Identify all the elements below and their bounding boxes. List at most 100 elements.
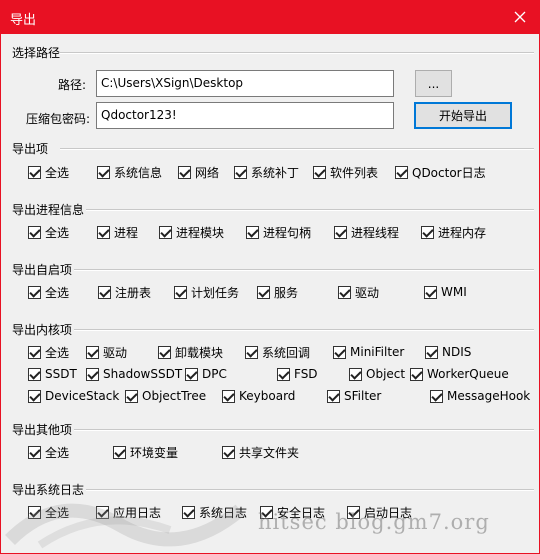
checkbox-check-icon [125, 389, 138, 403]
checkbox-process-select-all[interactable]: 全选 [28, 223, 69, 241]
checkbox-select-all[interactable]: 全选 [28, 163, 69, 181]
checkbox-check-icon [421, 225, 434, 239]
checkbox-qdoctor-log[interactable]: QDoctor日志 [395, 163, 486, 181]
checkbox-check-icon [174, 285, 187, 299]
checkbox-wmi[interactable]: WMI [424, 283, 467, 301]
title-bar: 导出 [0, 0, 540, 34]
checkbox-check-icon [222, 445, 235, 459]
checkbox-minifilter[interactable]: MiniFilter [333, 343, 404, 361]
checkbox-process[interactable]: 进程 [97, 223, 138, 241]
checkbox-workerqueue[interactable]: WorkerQueue [410, 365, 509, 383]
checkbox-services[interactable]: 服务 [257, 283, 298, 301]
checkbox-dpc[interactable]: DPC [185, 365, 227, 383]
checkbox-fsd[interactable]: FSD [277, 365, 318, 383]
checkbox-process-handles[interactable]: 进程句柄 [246, 223, 311, 241]
divider [60, 52, 534, 54]
password-label: 压缩包密码: [26, 112, 91, 126]
checkbox-devicestack[interactable]: DeviceStack [28, 387, 119, 405]
checkbox-check-icon [28, 345, 41, 359]
checkbox-registry[interactable]: 注册表 [98, 283, 151, 301]
checkbox-drivers[interactable]: 驱动 [338, 283, 379, 301]
checkbox-objecttree[interactable]: ObjectTree [125, 387, 206, 405]
divider [60, 148, 534, 150]
divider [86, 489, 534, 491]
section-title-autostart: 导出自启项 [12, 263, 73, 277]
browse-button[interactable]: ... [415, 70, 452, 97]
checkbox-shadowssdt[interactable]: ShadowSSDT [86, 365, 182, 383]
checkbox-environment-variables[interactable]: 环境变量 [113, 443, 178, 461]
checkbox-software-list[interactable]: 软件列表 [313, 163, 378, 181]
checkbox-check-icon [246, 225, 259, 239]
close-button[interactable] [500, 0, 540, 34]
checkbox-check-icon [234, 165, 247, 179]
checkbox-check-icon [98, 285, 111, 299]
checkbox-check-icon [28, 225, 41, 239]
checkbox-sfilter[interactable]: SFilter [327, 387, 381, 405]
checkbox-process-memory[interactable]: 进程内存 [421, 223, 486, 241]
checkbox-process-modules[interactable]: 进程模块 [159, 223, 224, 241]
checkbox-object[interactable]: Object [349, 365, 405, 383]
checkbox-check-icon [185, 367, 198, 381]
checkbox-system-patch[interactable]: 系统补丁 [234, 163, 299, 181]
section-title-kernel: 导出内核项 [12, 323, 73, 337]
divider [74, 269, 534, 271]
checkbox-check-icon [430, 389, 443, 403]
window-title: 导出 [10, 13, 37, 28]
start-export-button[interactable]: 开始导出 [414, 102, 512, 129]
divider [86, 209, 534, 211]
checkbox-check-icon [257, 285, 270, 299]
password-input[interactable]: Qdoctor123! [96, 102, 394, 129]
checkbox-check-icon [97, 225, 110, 239]
checkbox-system-info[interactable]: 系统信息 [97, 163, 162, 181]
path-label: 路径: [58, 78, 87, 92]
checkbox-kernel-drivers[interactable]: 驱动 [86, 343, 127, 361]
checkbox-check-icon [86, 345, 99, 359]
path-input[interactable]: C:\Users\XSign\Desktop [96, 70, 394, 97]
checkbox-autostart-select-all[interactable]: 全选 [28, 283, 69, 301]
close-icon [514, 11, 526, 23]
checkbox-check-icon [334, 225, 347, 239]
checkbox-check-icon [113, 445, 126, 459]
checkbox-check-icon [338, 285, 351, 299]
checkbox-unloaded-modules[interactable]: 卸载模块 [158, 343, 223, 361]
checkbox-ssdt[interactable]: SSDT [28, 365, 77, 383]
checkbox-system-callbacks[interactable]: 系统回调 [245, 343, 310, 361]
checkbox-check-icon [28, 165, 41, 179]
checkbox-check-icon [28, 389, 41, 403]
checkbox-system-log[interactable]: 系统日志 [182, 503, 247, 521]
checkbox-check-icon [158, 345, 171, 359]
divider [74, 329, 534, 331]
checkbox-check-icon [28, 285, 41, 299]
checkbox-check-icon [28, 367, 41, 381]
checkbox-scheduled-tasks[interactable]: 计划任务 [174, 283, 239, 301]
checkbox-syslog-select-all[interactable]: 全选 [28, 503, 69, 521]
checkbox-check-icon [395, 165, 408, 179]
checkbox-check-icon [277, 367, 290, 381]
divider [74, 429, 534, 431]
checkbox-check-icon [349, 367, 362, 381]
checkbox-process-threads[interactable]: 进程线程 [334, 223, 399, 241]
checkbox-network[interactable]: 网络 [178, 163, 219, 181]
checkbox-kernel-select-all[interactable]: 全选 [28, 343, 69, 361]
checkbox-keyboard[interactable]: Keyboard [222, 387, 295, 405]
checkbox-ndis[interactable]: NDIS [425, 343, 471, 361]
checkbox-check-icon [97, 165, 110, 179]
checkbox-check-icon [86, 367, 99, 381]
checkbox-check-icon [410, 367, 423, 381]
checkbox-check-icon [333, 345, 346, 359]
checkbox-check-icon [159, 225, 172, 239]
checkbox-check-icon [178, 165, 191, 179]
section-title-process: 导出进程信息 [12, 203, 85, 217]
section-title-other: 导出其他项 [12, 423, 73, 437]
checkbox-check-icon [424, 285, 437, 299]
checkbox-other-select-all[interactable]: 全选 [28, 443, 69, 461]
section-title-syslog: 导出系统日志 [12, 483, 85, 497]
checkbox-check-icon [313, 165, 326, 179]
checkbox-check-icon [425, 345, 438, 359]
checkbox-check-icon [96, 505, 109, 519]
checkbox-shared-folders[interactable]: 共享文件夹 [222, 443, 299, 461]
watermark-text: hitsec blog.gm7.org [258, 510, 490, 534]
checkbox-application-log[interactable]: 应用日志 [96, 503, 161, 521]
checkbox-check-icon [28, 505, 41, 519]
checkbox-messagehook[interactable]: MessageHook [430, 387, 530, 405]
